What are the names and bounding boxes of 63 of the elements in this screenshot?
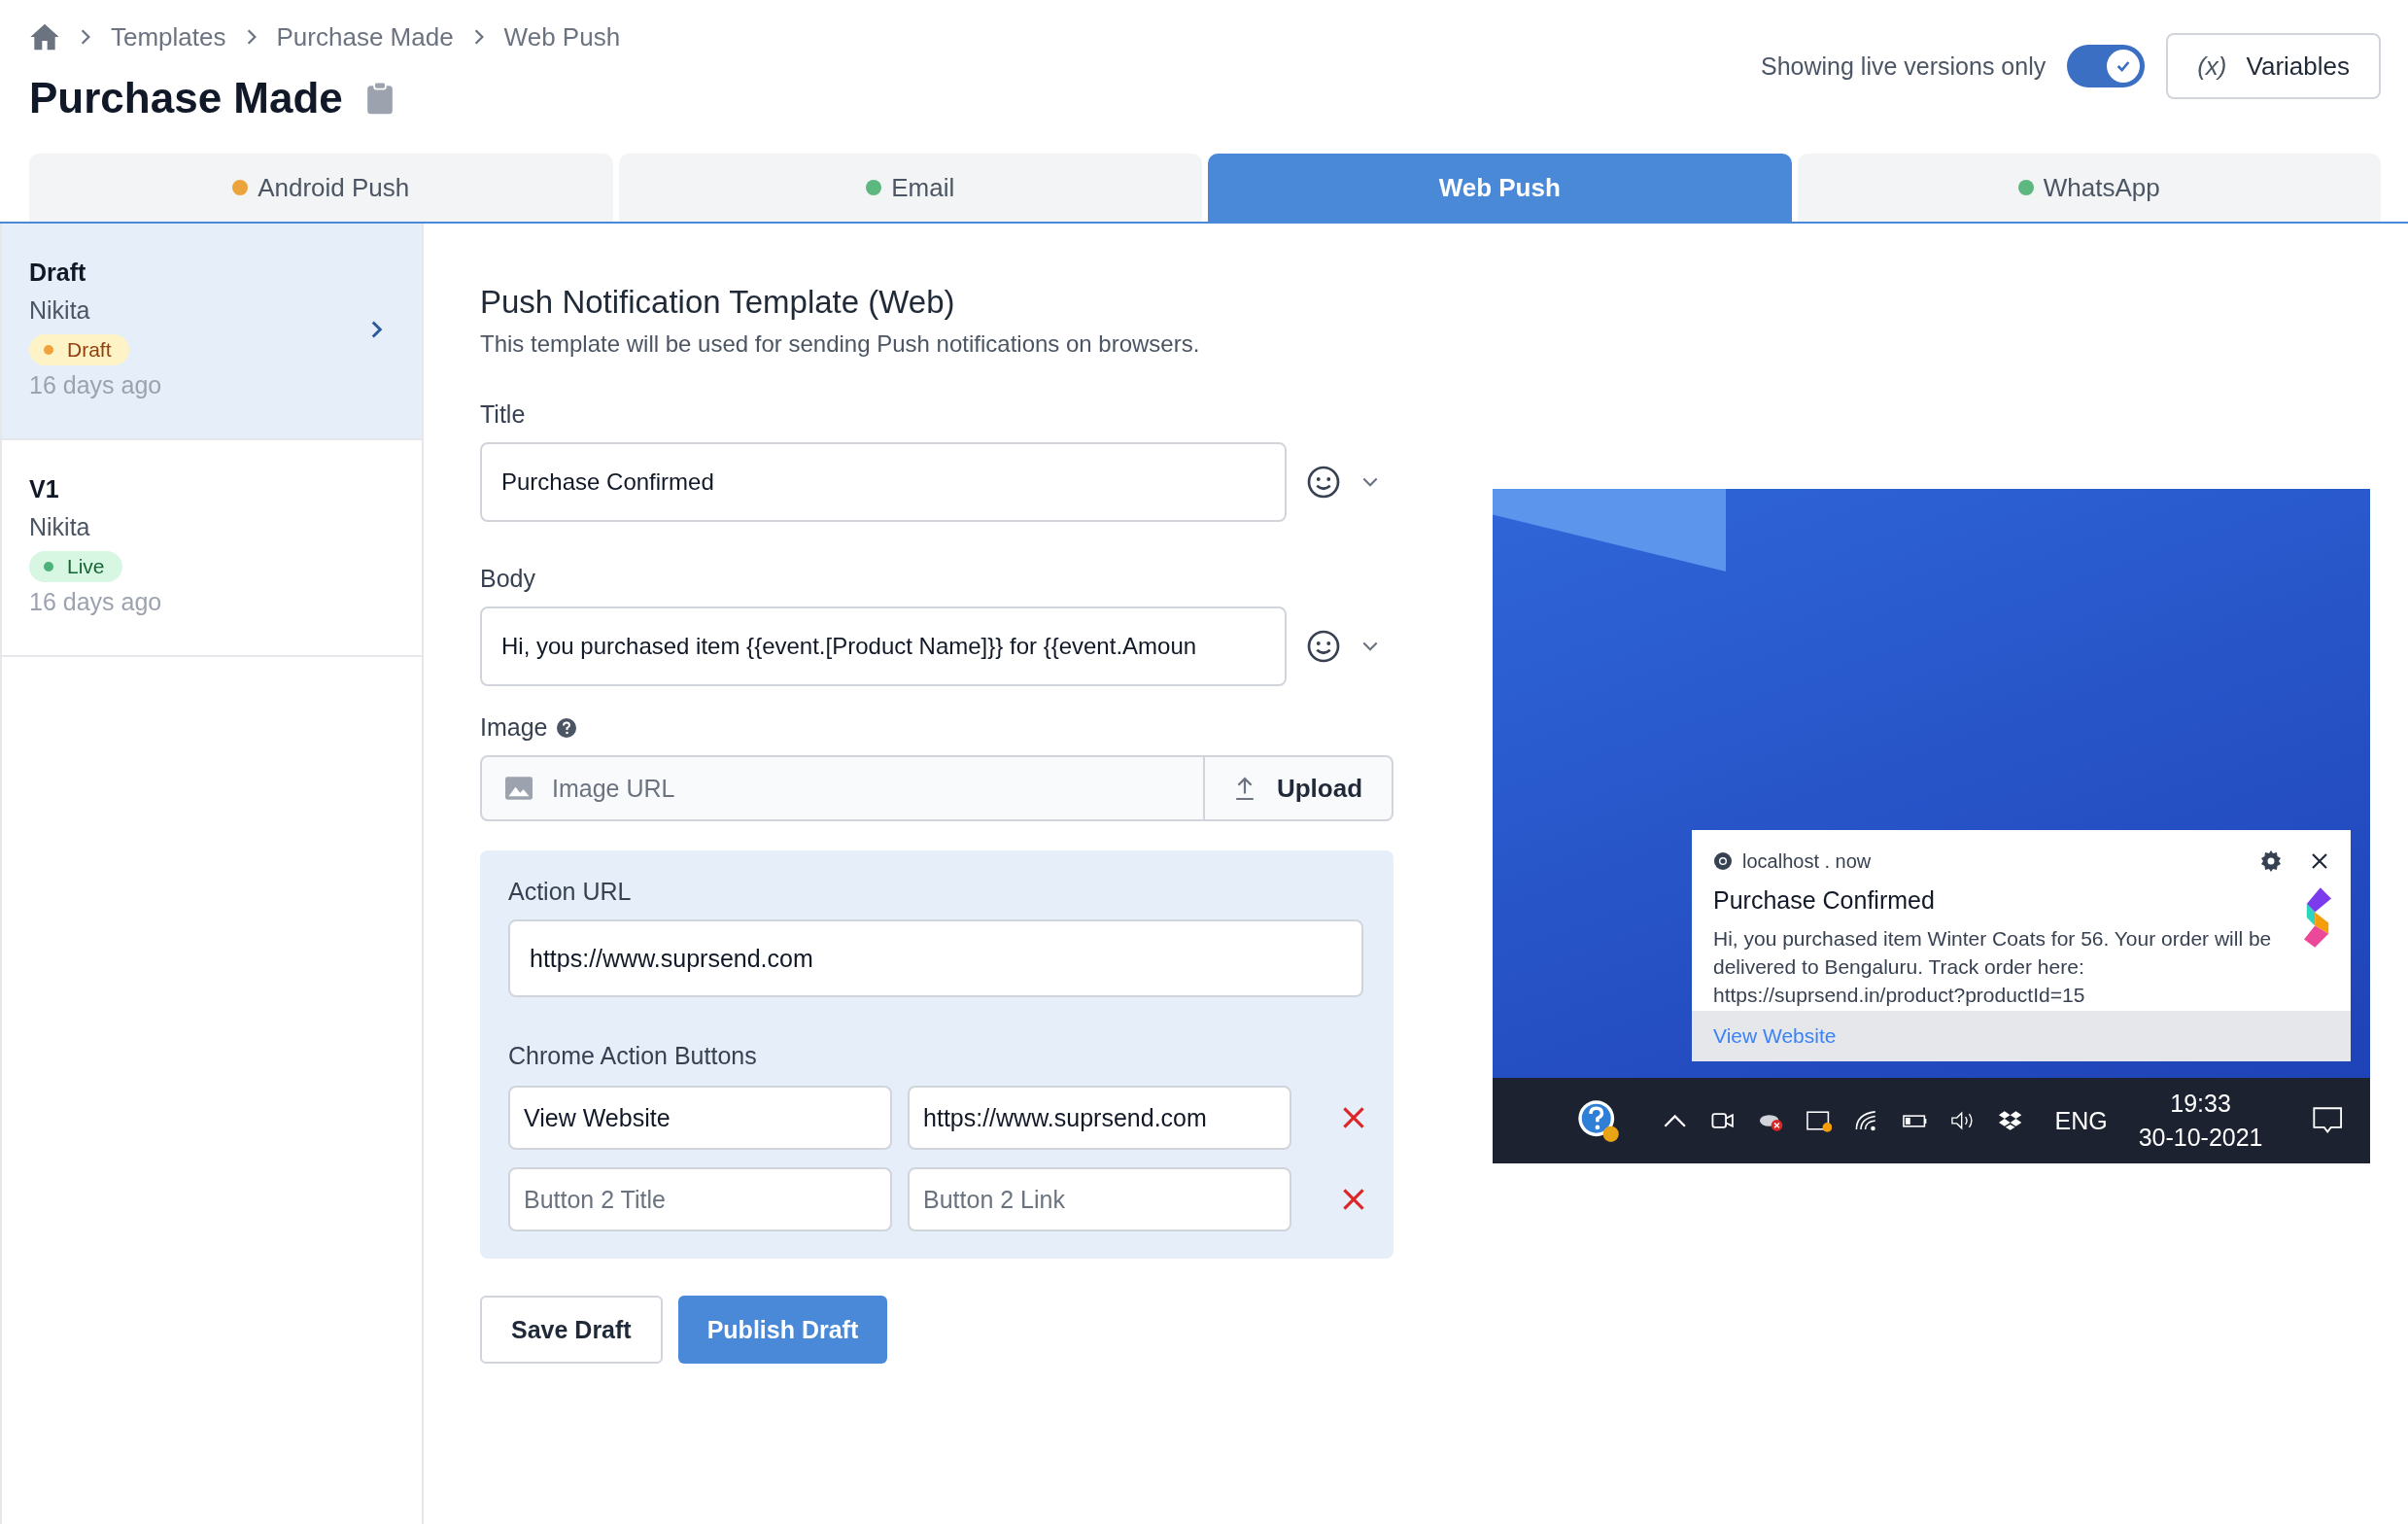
button-title-field[interactable]: View Website [508, 1086, 893, 1150]
section-heading: Push Notification Template (Web) [480, 284, 956, 321]
help-icon[interactable] [557, 717, 577, 738]
version-title: V1 [29, 475, 60, 503]
version-item[interactable]: V1 Nikita Live 16 days ago [2, 440, 422, 657]
taskbar-clock[interactable]: 19:33 30-10-2021 [2138, 1090, 2263, 1152]
check-icon [2116, 58, 2132, 74]
notification-body: Hi, you purchased item Winter Coats for 56. Your order will be delivered to Bengaluru. Track order here: https://suprsend.in/product?productId=15 [1713, 926, 2273, 1008]
field-label: Chrome Action Buttons [508, 1042, 758, 1070]
image-icon [505, 777, 533, 800]
breadcrumb-link[interactable]: Purchase Made [276, 21, 454, 52]
smiley-icon[interactable] [1306, 465, 1341, 500]
language-indicator[interactable]: ENG [2054, 1106, 2108, 1135]
logo-icon [2304, 886, 2331, 949]
close-icon[interactable] [2310, 851, 2329, 871]
channel-tab[interactable]: Android Push [29, 154, 613, 222]
upload-button[interactable]: Upload [1205, 755, 1393, 821]
image-url-field[interactable]: Image URL [480, 755, 1205, 821]
field-label: Body [480, 565, 536, 593]
button-link-field[interactable]: Button 2 Link [908, 1167, 1292, 1231]
chevron-down-icon[interactable] [1362, 641, 1378, 652]
version-item[interactable]: Draft Nikita Draft 16 days ago [2, 224, 422, 440]
version-title: Draft [29, 259, 87, 287]
settings-icon[interactable] [2259, 849, 2283, 873]
field-label: Image [480, 713, 548, 742]
chevron-right-icon [245, 28, 258, 46]
action-url-field[interactable]: https://www.suprsend.com [508, 919, 1363, 997]
chevron-right-icon [472, 28, 485, 46]
breadcrumb-link[interactable]: Web Push [503, 21, 621, 52]
live-toggle[interactable] [2067, 45, 2146, 87]
notification-source: localhost . now [1742, 849, 1873, 873]
version-author: Nikita [29, 296, 91, 325]
status-badge: Draft [29, 334, 129, 365]
button-title-field[interactable]: Button 2 Title [508, 1167, 893, 1231]
toggle-label: Showing live versions only [1761, 52, 2047, 81]
channel-tab[interactable]: Email [618, 154, 1202, 222]
publish-button[interactable]: Publish Draft [677, 1296, 888, 1364]
field-label: Action URL [508, 878, 633, 906]
smiley-icon[interactable] [1306, 629, 1341, 664]
chevron-right-icon [80, 28, 91, 46]
section-description: This template will be used for sending Push notifications on browsers. [480, 330, 1201, 358]
chevron-right-icon [370, 319, 383, 339]
page-title: Purchase Made [29, 74, 343, 122]
breadcrumb-link[interactable]: Templates [111, 21, 226, 52]
body-field[interactable]: Hi, you purchased item {{event.[Product Name]}} for {{event.Amoun [480, 606, 1287, 686]
channel-tab[interactable]: Web Push [1208, 154, 1792, 222]
globe-icon [1713, 851, 1733, 871]
version-time: 16 days ago [29, 371, 162, 399]
notification-title: Purchase Confirmed [1713, 886, 1936, 915]
variables-button[interactable]: (x) Variables [2166, 33, 2381, 99]
button-link-field[interactable]: https://www.suprsend.com [908, 1086, 1292, 1150]
version-time: 16 days ago [29, 588, 162, 616]
chevron-down-icon[interactable] [1362, 476, 1378, 488]
status-badge: Live [29, 551, 122, 582]
version-author: Nikita [29, 513, 91, 541]
field-label: Title [480, 400, 527, 429]
image-url-input[interactable]: Image URL [552, 757, 1203, 819]
upload-icon [1233, 776, 1256, 801]
title-field[interactable]: Purchase Confirmed [480, 442, 1287, 522]
home-icon[interactable] [29, 22, 60, 52]
channel-tab[interactable]: WhatsApp [1797, 154, 2381, 222]
clipboard-icon[interactable] [365, 81, 394, 116]
save-button[interactable]: Save Draft [480, 1296, 663, 1364]
